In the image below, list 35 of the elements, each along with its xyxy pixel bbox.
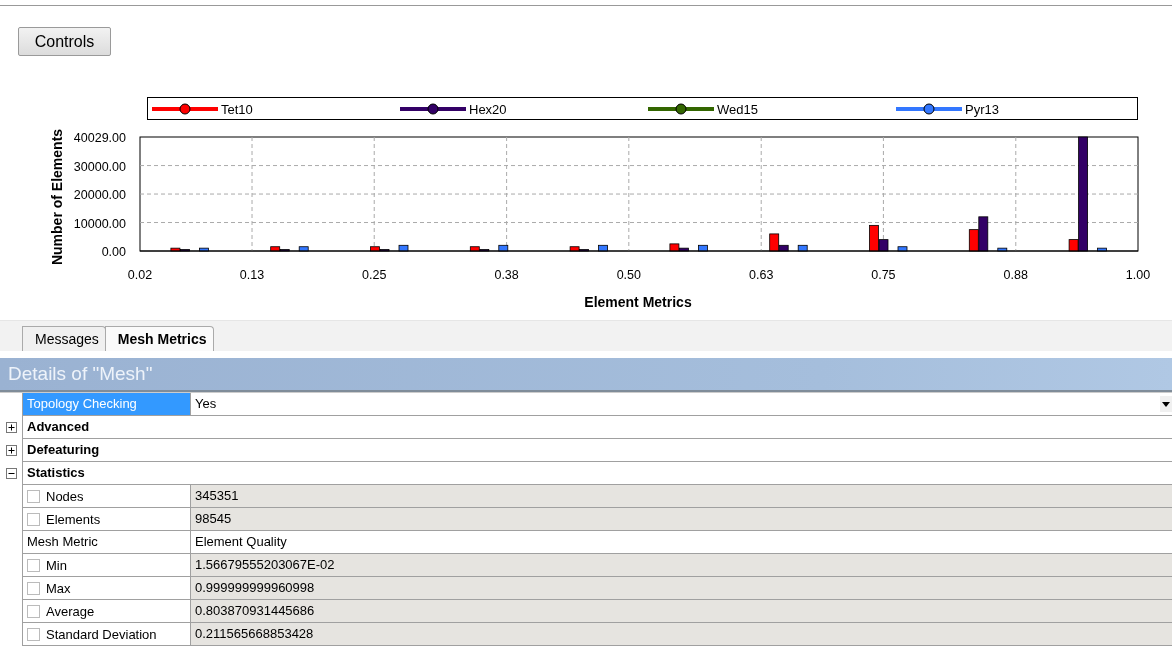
property-label: Average — [46, 603, 95, 619]
property-label: Max — [46, 580, 71, 596]
x-tick-label: 0.75 — [871, 268, 896, 282]
x-tick-label: 0.25 — [362, 268, 387, 282]
x-tick-label: 0.88 — [1003, 268, 1028, 282]
property-label: Min — [46, 557, 67, 573]
x-axis-title: Element Metrics — [584, 294, 692, 310]
legend-label: Tet10 — [221, 102, 253, 117]
x-tick-label: 0.38 — [494, 268, 519, 282]
x-tick-label: 0.02 — [127, 268, 153, 282]
property-label: Nodes — [46, 488, 84, 504]
x-tick-label: 1.00 — [1125, 268, 1151, 282]
y-tick-label: 40029.00 — [73, 131, 126, 145]
legend-label: Hex20 — [469, 102, 507, 117]
legend-label: Pyr13 — [965, 102, 999, 117]
property-value: 1.56679555203067E-02 — [191, 554, 1172, 577]
property-value: 0.803870931445686 — [191, 600, 1172, 623]
y-axis-title: Number of Elements — [49, 128, 65, 266]
property-value: 345351 — [191, 485, 1172, 508]
y-tick-label: 0.00 — [101, 245, 126, 259]
property-value: 0.211565668853428 — [191, 623, 1172, 646]
y-tick-label: 30000.00 — [73, 159, 126, 174]
property-label: Elements — [46, 511, 101, 527]
details-header: Details of "Mesh" — [0, 358, 1172, 392]
y-tick-label: 10000.00 — [73, 216, 126, 231]
property-value: 0.999999999960998 — [191, 577, 1172, 600]
x-tick-label: 0.13 — [239, 268, 265, 282]
legend-label: Wed15 — [717, 102, 758, 117]
x-tick-label: 0.50 — [616, 268, 641, 282]
x-tick-label: 0.63 — [749, 268, 774, 282]
property-value: 98545 — [191, 508, 1172, 531]
property-value: Element Quality — [195, 533, 287, 551]
property-value: Yes — [195, 395, 217, 413]
property-label: Standard Deviation — [46, 626, 157, 642]
y-tick-label: 20000.00 — [73, 188, 126, 203]
